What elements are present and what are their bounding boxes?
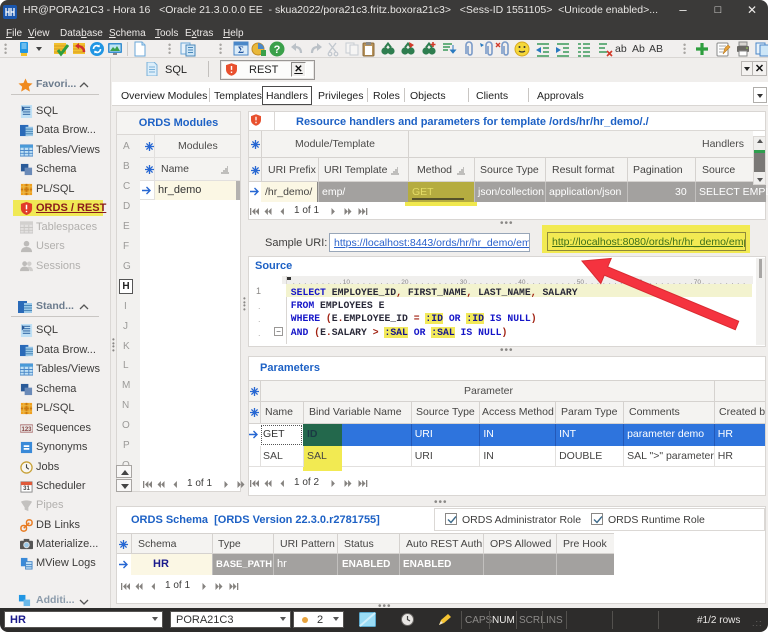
svg-text:10: 10: [343, 279, 351, 284]
svg-text:50: 50: [577, 279, 585, 284]
svg-text:60: 60: [635, 279, 643, 284]
svg-text:?: ?: [274, 44, 281, 56]
svg-text:31: 31: [23, 486, 30, 492]
svg-text:Σ: Σ: [238, 45, 244, 55]
svg-text:123: 123: [21, 427, 32, 433]
svg-text:70: 70: [694, 279, 702, 284]
svg-text:30: 30: [460, 279, 468, 284]
svg-text:20: 20: [401, 279, 409, 284]
svg-text:40: 40: [518, 279, 526, 284]
